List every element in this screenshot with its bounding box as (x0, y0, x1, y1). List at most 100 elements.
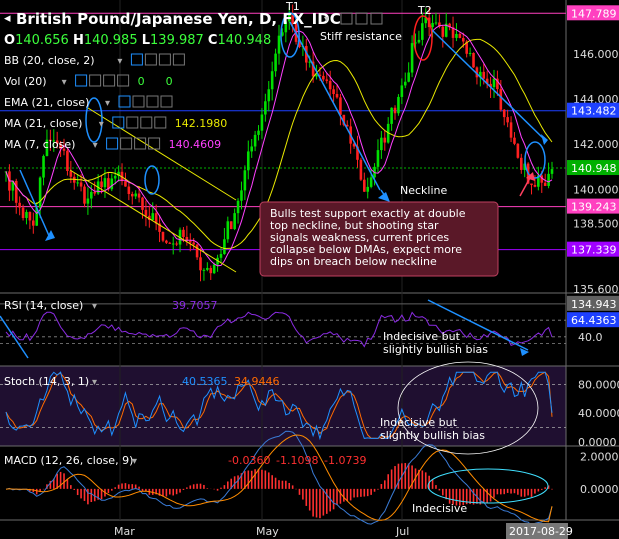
rsi-dropdown-icon: ▾ (92, 301, 97, 312)
rsi-tick-label: 40.0 (578, 331, 603, 344)
macd-tick-label: 2.0000 (580, 450, 619, 463)
ohlc-key: O (4, 33, 15, 48)
candle-body (175, 243, 178, 245)
candle-body (543, 182, 547, 186)
time-tick-label: May (256, 525, 279, 538)
candle-body (199, 257, 202, 271)
candle-body (21, 207, 25, 218)
indicator-label: MA (21, close) (4, 117, 82, 130)
candle-body (137, 193, 141, 198)
current-date-label: 2017-08-29 (509, 525, 573, 538)
candle-body (130, 194, 134, 197)
price-tick-label: 146.000 (573, 48, 619, 61)
chart-canvas[interactable]: RSI (14, close) ▾ 39.7057 Stoch (14, 3, 1)… (0, 0, 619, 539)
price-tag-label: 139.243 (571, 201, 617, 214)
candle-body (468, 52, 472, 54)
candle-body (103, 178, 107, 188)
candle-body (270, 71, 274, 90)
candle-body (376, 150, 380, 167)
indicator-label: BB (20, close, 2) (4, 54, 95, 67)
candle-body (328, 80, 332, 90)
ohlc-readout: O140.656 H140.985 L139.987 C140.948 (4, 33, 271, 48)
candle-body (209, 267, 213, 274)
candle-body (246, 151, 250, 171)
ohlc-value: 140.948 (217, 33, 271, 48)
collapse-chevron-icon[interactable]: ◂ (4, 11, 11, 26)
candle-body (171, 243, 175, 245)
candle-body (417, 39, 421, 43)
indicator-label: EMA (21, close) (4, 96, 89, 109)
candle-body (455, 33, 458, 38)
time-tick-label: Jul (395, 525, 409, 538)
candle-body (393, 107, 397, 114)
candle-body (212, 264, 216, 274)
candle-body (76, 182, 79, 184)
candle-body (513, 137, 516, 144)
candle-body (339, 97, 342, 115)
price-tag-label: 137.339 (571, 244, 617, 257)
candle-body (42, 156, 45, 178)
candle-body (390, 107, 393, 124)
price-tag-label: 134.943 (571, 298, 617, 311)
time-tick-label: Mar (114, 525, 135, 538)
ohlc-key: H (73, 33, 84, 48)
ohlc-value: 140.985 (84, 33, 142, 48)
candle-body (335, 94, 339, 98)
candle-body (519, 157, 523, 170)
indicator-label: MA (7, close) (4, 138, 75, 151)
candle-body (202, 269, 206, 271)
indicator-value: 0 (166, 75, 173, 88)
candle-body (151, 213, 155, 220)
indicator-dropdown-icon: ▾ (105, 98, 110, 109)
candle-body (236, 200, 240, 214)
candle-body (458, 33, 462, 39)
candle-body (219, 253, 223, 258)
note-line: slightly bullish bias (380, 429, 485, 442)
ohlc-value: 139.987 (150, 33, 208, 48)
candle-body (100, 181, 103, 188)
t1-label: T1 (285, 0, 300, 13)
candle-body (332, 89, 335, 95)
candle-body (502, 109, 506, 118)
ohlc-key: C (208, 33, 218, 48)
candle-body (441, 26, 445, 37)
candle-body (110, 178, 114, 190)
candle-body (226, 221, 230, 240)
candle-body (403, 81, 407, 86)
indicator-dropdown-icon: ▾ (99, 119, 104, 130)
ohlc-key: L (142, 33, 150, 48)
candle-body (38, 177, 42, 208)
indicator-label: Vol (20) (4, 75, 47, 88)
candle-body (165, 240, 168, 243)
candle-body (260, 114, 264, 131)
macd-dropdown-icon: ▾ (132, 456, 137, 467)
candle-body (506, 117, 509, 123)
symbol-dropdown-icon[interactable]: ▾ (324, 14, 329, 25)
note-line: Indecisive but (383, 330, 461, 343)
candle-body (461, 38, 465, 42)
rsi-value: 39.7057 (172, 299, 218, 312)
macd-value: -1.0739 (324, 454, 366, 467)
price-tag-label: 140.948 (571, 162, 617, 175)
stoch-tick-label: 40.0000 (578, 407, 619, 420)
candle-body (79, 182, 83, 187)
candle-body (161, 231, 165, 241)
svg-text:Bulls test support exactly at: Bulls test support exactly at double top … (270, 207, 466, 268)
price-tag-label: 143.482 (571, 105, 617, 118)
candle-body (233, 213, 236, 230)
candle-body (410, 43, 414, 73)
candle-body (366, 186, 370, 192)
indicator-value: 140.4609 (169, 138, 222, 151)
t2-label: T2 (417, 4, 432, 17)
candle-body (243, 170, 247, 191)
candle-body (86, 198, 90, 204)
candle-body (113, 175, 117, 179)
candle-body (182, 229, 185, 237)
candle-body (397, 96, 400, 114)
stoch-dropdown-icon: ▾ (92, 377, 97, 388)
candle-body (124, 181, 127, 187)
candle-body (229, 221, 233, 230)
candle-body (66, 150, 69, 171)
rsi-level-tag-label: 64.4363 (571, 314, 617, 327)
stoch-d-value: 34.9446 (234, 375, 280, 388)
